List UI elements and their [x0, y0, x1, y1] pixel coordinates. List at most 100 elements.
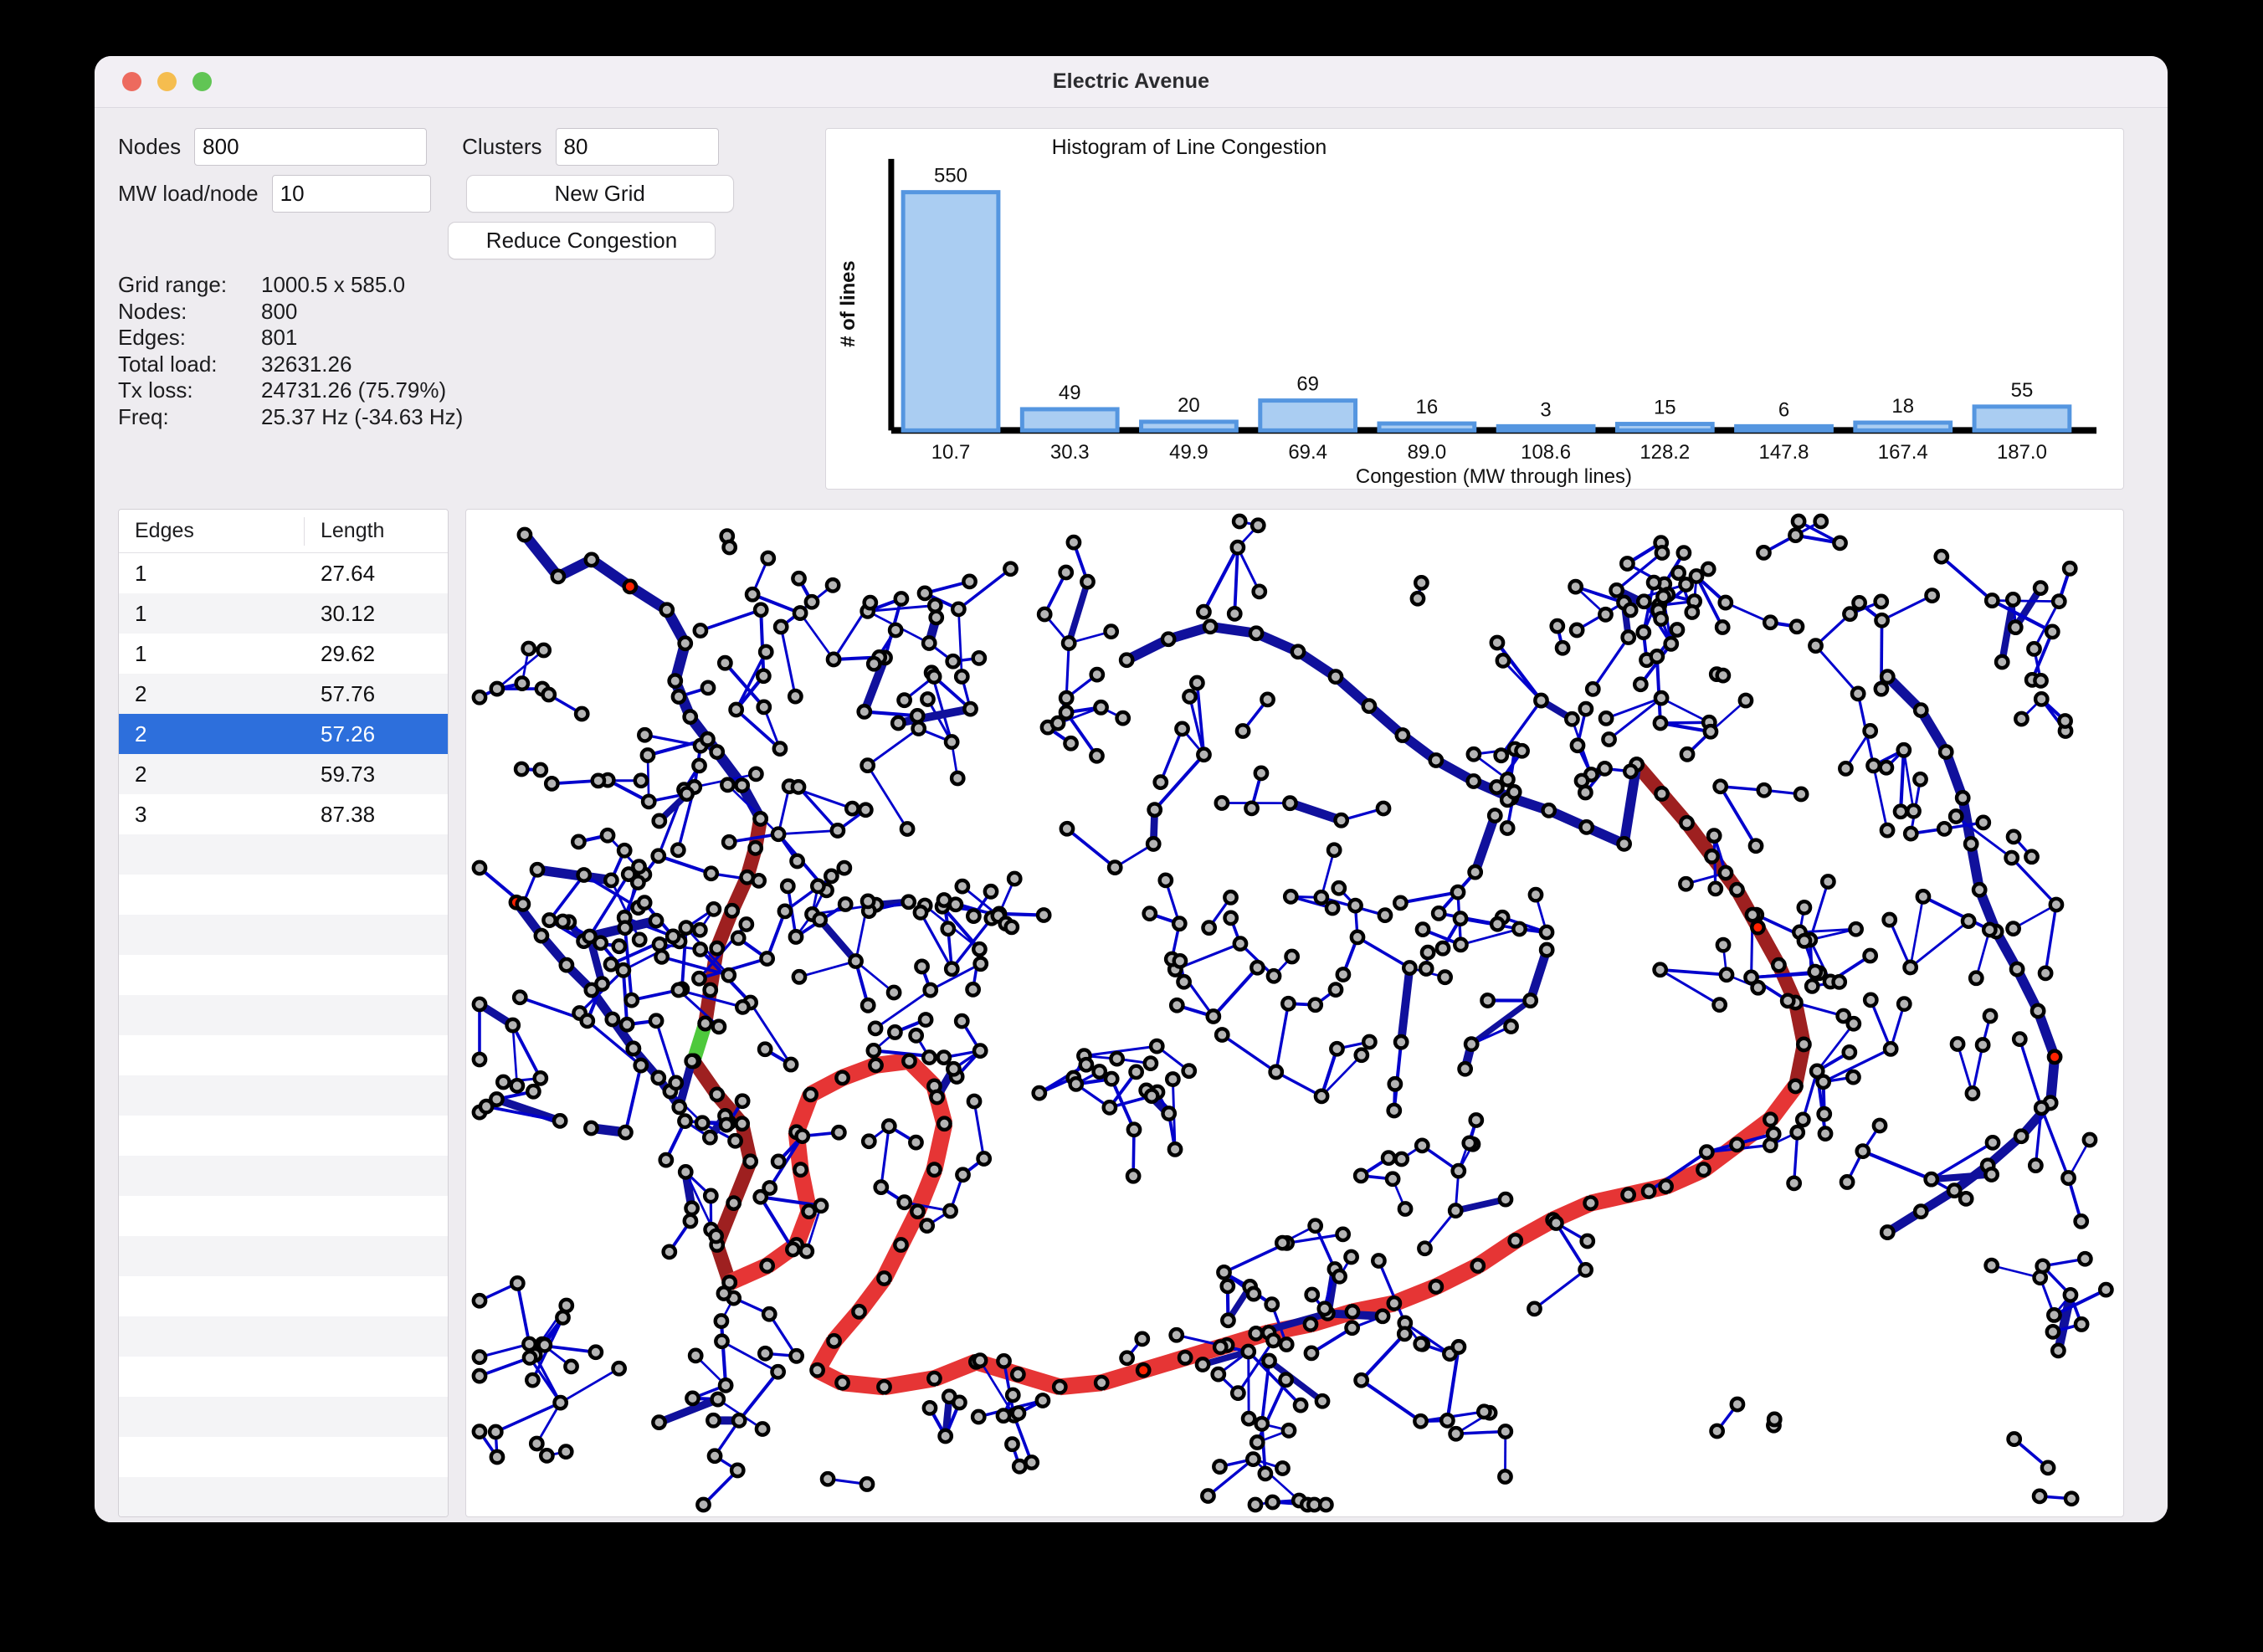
graph-node[interactable]	[1744, 906, 1761, 923]
graph-node[interactable]	[1384, 1171, 1401, 1188]
graph-node[interactable]	[1161, 1106, 1178, 1121]
graph-node[interactable]	[1265, 967, 1282, 984]
graph-node[interactable]	[1004, 1387, 1021, 1403]
graph-node[interactable]	[717, 1378, 734, 1393]
nodes-input[interactable]: 800	[194, 128, 428, 166]
graph-node[interactable]	[727, 1132, 743, 1149]
graph-node[interactable]	[579, 1013, 596, 1029]
graph-node[interactable]	[2040, 1460, 2056, 1476]
graph-edge[interactable]	[700, 608, 762, 633]
graph-node[interactable]	[803, 593, 820, 610]
graph-node[interactable]	[1533, 692, 1549, 709]
graph-node[interactable]	[770, 826, 787, 843]
graph-node[interactable]	[2046, 1307, 2062, 1323]
graph-node[interactable]	[671, 1099, 688, 1116]
graph-node[interactable]	[724, 902, 741, 919]
graph-node[interactable]	[631, 931, 648, 948]
graph-node[interactable]	[1332, 1268, 1347, 1285]
graph-node[interactable]	[1489, 916, 1506, 932]
graph-node[interactable]	[759, 951, 776, 967]
graph-node[interactable]	[1274, 1234, 1291, 1251]
graph-node[interactable]	[1842, 606, 1858, 623]
graph-node[interactable]	[943, 961, 960, 977]
close-button[interactable]	[122, 72, 141, 91]
graph-node[interactable]	[514, 675, 531, 692]
graph-node[interactable]	[860, 1133, 877, 1150]
graph-node[interactable]	[617, 920, 634, 936]
graph-node[interactable]	[1597, 761, 1613, 777]
graph-node[interactable]	[813, 1198, 829, 1214]
graph-node[interactable]	[1786, 1175, 1803, 1192]
graph-node[interactable]	[1619, 556, 1635, 572]
graph-node[interactable]	[1729, 881, 1745, 898]
graph-edge[interactable]	[1899, 750, 1906, 812]
graph-node[interactable]	[670, 689, 687, 705]
graph-node[interactable]	[1414, 921, 1431, 938]
graph-node[interactable]	[1549, 618, 1566, 634]
graph-node[interactable]	[1598, 711, 1614, 726]
graph-node[interactable]	[1813, 513, 1829, 530]
graph-edge[interactable]	[880, 1126, 890, 1188]
graph-node[interactable]	[942, 1203, 958, 1219]
graph-node[interactable]	[893, 1237, 909, 1253]
table-row-empty[interactable]	[119, 1276, 448, 1316]
graph-node[interactable]	[1912, 702, 1929, 718]
graph-node[interactable]	[893, 591, 910, 607]
graph-node[interactable]	[1912, 771, 1928, 788]
graph-node[interactable]	[582, 928, 598, 945]
graph-edge[interactable]	[1881, 594, 1933, 622]
graph-node[interactable]	[803, 1086, 818, 1103]
graph-node[interactable]	[718, 1116, 735, 1133]
graph-node[interactable]	[533, 927, 550, 944]
graph-edge[interactable]	[1909, 896, 1925, 968]
graph-node[interactable]	[1763, 1111, 1778, 1128]
graph-node[interactable]	[1036, 606, 1053, 623]
graph-node[interactable]	[1506, 783, 1522, 800]
graph-node[interactable]	[1470, 1258, 1486, 1274]
graph-node[interactable]	[543, 775, 560, 792]
graph-node[interactable]	[1794, 1111, 1811, 1128]
graph-node[interactable]	[1947, 808, 1964, 824]
graph-node[interactable]	[583, 552, 600, 568]
graph-node[interactable]	[1168, 997, 1185, 1013]
graph-node[interactable]	[791, 968, 808, 985]
graph-node[interactable]	[590, 772, 607, 789]
graph-node[interactable]	[691, 970, 707, 987]
graph-node[interactable]	[880, 1118, 897, 1134]
graph-node[interactable]	[1430, 905, 1447, 921]
graph-node[interactable]	[1718, 967, 1735, 983]
graph-node[interactable]	[1280, 995, 1296, 1012]
graph-node[interactable]	[2033, 1100, 2050, 1116]
graph-node[interactable]	[1881, 911, 1898, 928]
graph-edge[interactable]	[520, 531, 562, 580]
graph-node[interactable]	[1717, 864, 1734, 881]
graph-node[interactable]	[708, 1228, 725, 1244]
graph-node[interactable]	[1419, 944, 1436, 961]
graph-node[interactable]	[1313, 1088, 1330, 1105]
graph-node[interactable]	[762, 1180, 778, 1196]
graph-node[interactable]	[648, 1013, 665, 1029]
graph-node[interactable]	[1652, 962, 1669, 978]
graph-node[interactable]	[1393, 1151, 1410, 1167]
graph-edge[interactable]	[779, 626, 797, 697]
graph-node[interactable]	[862, 594, 879, 611]
graph-node[interactable]	[1374, 1308, 1391, 1325]
graph-node[interactable]	[1480, 993, 1496, 1008]
graph-node[interactable]	[677, 635, 694, 652]
graph-node[interactable]	[1839, 1174, 1855, 1190]
graph-node[interactable]	[1212, 1339, 1229, 1356]
graph-node[interactable]	[1393, 1034, 1409, 1050]
graph-node[interactable]	[1353, 1047, 1370, 1064]
table-row[interactable]: 3 87.38	[119, 794, 448, 834]
graph-node[interactable]	[860, 997, 876, 1013]
graph-node[interactable]	[1335, 1226, 1352, 1243]
graph-node[interactable]	[1578, 1262, 1594, 1278]
graph-node[interactable]	[789, 853, 805, 870]
graph-node[interactable]	[677, 1113, 693, 1130]
graph-node[interactable]	[616, 842, 633, 859]
graph-node[interactable]	[1058, 564, 1075, 581]
graph-node[interactable]	[834, 1070, 850, 1086]
graph-node[interactable]	[1850, 685, 1866, 702]
graph-edge[interactable]	[1470, 998, 1532, 1047]
graph-node[interactable]	[747, 839, 764, 856]
